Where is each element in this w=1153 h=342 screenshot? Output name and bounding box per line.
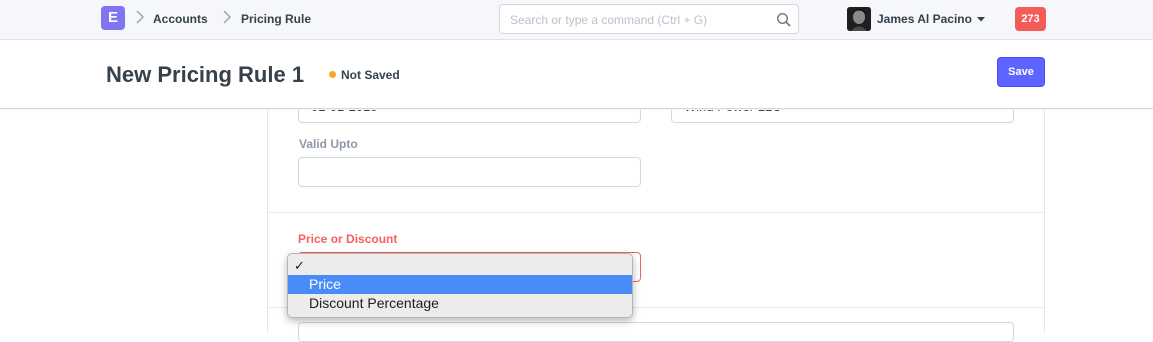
search-icon[interactable]: [776, 12, 792, 28]
notification-badge[interactable]: 273: [1015, 7, 1046, 31]
caret-down-icon[interactable]: [976, 16, 986, 22]
dropdown-option-label: Discount Percentage: [309, 295, 439, 311]
price-or-discount-dropdown[interactable]: ✓ Price Discount Percentage: [287, 253, 633, 318]
search-input[interactable]: Search or type a command (Ctrl + G): [499, 4, 799, 34]
breadcrumb-pricing-rule[interactable]: Pricing Rule: [241, 12, 311, 26]
chevron-right-icon: [136, 10, 145, 24]
page-title: New Pricing Rule 1: [106, 62, 305, 87]
navbar: E Accounts Pricing Rule Search or type a…: [0, 0, 1153, 40]
search-placeholder: Search or type a command (Ctrl + G): [510, 13, 708, 27]
dropdown-option-blank[interactable]: ✓: [288, 256, 632, 275]
dropdown-option-discount-percentage[interactable]: Discount Percentage: [288, 294, 632, 313]
avatar-image: [847, 7, 871, 31]
avatar[interactable]: [847, 7, 871, 31]
chevron-right-icon: [223, 10, 232, 24]
status-badge: Not Saved: [341, 68, 400, 82]
valid-upto-label: Valid Upto: [299, 137, 358, 151]
app-logo[interactable]: E: [101, 6, 125, 30]
breadcrumb-accounts[interactable]: Accounts: [153, 12, 208, 26]
valid-upto-field[interactable]: [298, 157, 641, 187]
checkmark-icon: ✓: [294, 258, 305, 273]
next-section-field[interactable]: [298, 322, 1014, 342]
dropdown-option-price[interactable]: Price: [288, 275, 632, 294]
page-head: New Pricing Rule 1 Not Saved Save: [0, 40, 1153, 109]
status-indicator-dot: [329, 71, 336, 78]
section-divider: [267, 212, 1045, 213]
price-or-discount-label: Price or Discount: [298, 232, 398, 246]
dropdown-option-label: Price: [309, 276, 341, 292]
save-button[interactable]: Save: [997, 57, 1045, 87]
user-menu-name[interactable]: James Al Pacino: [877, 12, 972, 26]
